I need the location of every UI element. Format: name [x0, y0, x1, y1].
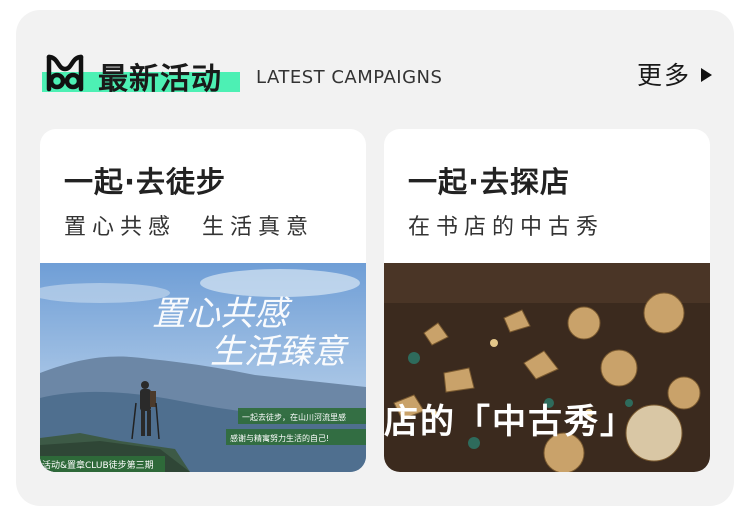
section-subtitle: LATEST CAMPAIGNS — [256, 67, 443, 88]
section-title: 最新活动 — [98, 62, 222, 97]
card-subtitle: 在书店的中古秀 — [408, 215, 605, 240]
more-label: 更多 — [636, 61, 691, 90]
image-text-footer: 活动&置章CLUB徒步第三期 — [42, 459, 154, 471]
image-text-line-1: 一起去徒步，在山川河流里感 — [242, 412, 346, 422]
hiking-photo: 置心共感 生活臻意 一起去徒步，在山川河流里感 感谢与精寓努力生活的自己! 活动… — [40, 263, 366, 472]
image-text-main-2: 生活臻意 — [210, 332, 349, 372]
card-subtitle: 置心共感 生活真意 — [64, 215, 314, 240]
image-text-line-2: 感谢与精寓努力生活的自己! — [230, 433, 329, 443]
campaign-logo-icon — [46, 54, 84, 92]
image-text-main-1: 置心共感 — [152, 294, 293, 334]
vintage-brooches-photo: 店的「中古秀」 — [384, 263, 710, 472]
campaign-card-hiking[interactable]: 一起·去徒步 置心共感 生活真意 置心共感 生活臻意 一起去徒步，在山川河流里感… — [40, 129, 366, 472]
card-title: 一起·去探店 — [408, 165, 571, 199]
campaign-card-shop[interactable]: 一起·去探店 在书店的中古秀 店的「中古秀」 — [384, 129, 710, 472]
play-arrow-icon — [701, 68, 712, 82]
section-header: 最新活动 LATEST CAMPAIGNS 更多 — [42, 50, 712, 97]
image-text: 店的「中古秀」 — [384, 402, 636, 442]
more-button[interactable]: 更多 — [637, 56, 712, 92]
card-title: 一起·去徒步 — [64, 165, 227, 199]
